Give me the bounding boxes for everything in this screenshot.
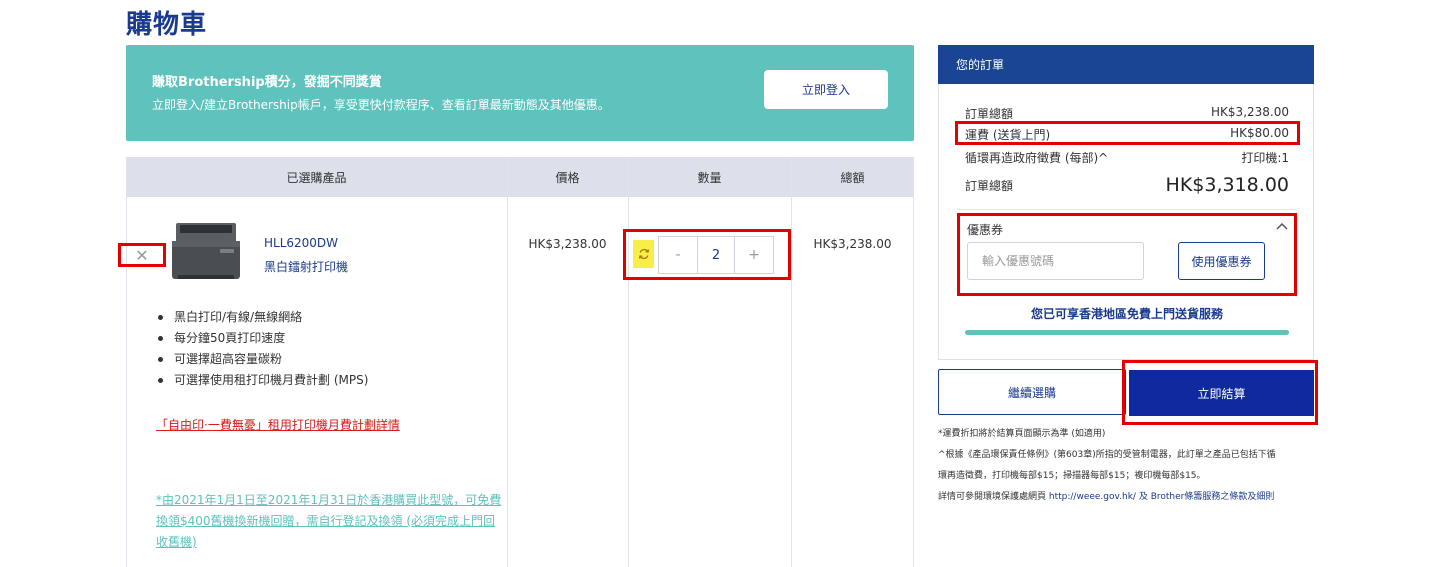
remove-item-button[interactable]: ✕ [118,243,166,267]
summary-value: HK$80.00 [1230,126,1289,140]
footnote-prefix: 詳情可參閱環境保護處網頁 [938,492,1047,502]
weee-link[interactable]: http://weee.gov.hk/ [1049,492,1136,502]
cart-table: 已選購產品 價格 數量 總額 ✕ HLL6200DW 黑白鐳射打印機 黑白打印/… [118,157,914,567]
grand-total-value: HK$3,318.00 [1165,174,1289,196]
list-item: 可選擇超高容量碳粉 [158,349,368,370]
table-header: 已選購產品 價格 數量 總額 [126,157,914,197]
quantity-input[interactable] [697,237,735,273]
coupon-label: 優惠券 [967,223,1004,237]
product-description: 黑白鐳射打印機 [264,260,349,274]
page-title: 購物車 [126,10,208,40]
list-item: 每分鐘50頁打印速度 [158,328,368,349]
divider [126,157,127,567]
summary-label: 循環再造政府徵費 (每部)^ [965,151,1109,165]
free-shipping-progress-bar [965,330,1289,335]
coupon-input[interactable] [967,242,1144,280]
divider [957,209,1295,210]
divider [507,157,508,567]
login-button[interactable]: 立即登入 [764,70,888,109]
refresh-icon [638,248,649,260]
header-product: 已選購產品 [286,170,347,185]
refresh-quantity-button[interactable] [633,240,654,268]
product-model[interactable]: HLL6200DW [264,236,338,250]
list-item: 可選擇使用租打印機月費計劃 (MPS) [158,370,368,391]
free-shipping-message: 您已可享香港地區免費上門送貨服務 [1030,307,1223,321]
promo-text: 立即登入/建立Brothership帳戶，享受更快付款程序、查看訂單最新動態及其… [152,98,610,112]
summary-row-subtotal: 訂單總額 HK$3,238.00 [965,105,1289,122]
feature-list: 黑白打印/有線/無線網絡 每分鐘50頁打印速度 可選擇超高容量碳粉 可選擇使用租… [158,307,368,391]
summary-label: 運費 (送貨上門) [965,128,1051,142]
decrease-quantity-button[interactable]: - [659,237,697,273]
order-summary: 您的訂單 訂單總額 HK$3,238.00 運費 (送貨上門) HK$80.00… [938,45,1314,360]
printer-product-image [172,223,240,279]
summary-row-shipping: 運費 (送貨上門) HK$80.00 [965,126,1289,143]
footnotes: *運費折扣將於結算頁面顯示為準 (如適用) ^根據《產品環保責任條例》(第603… [938,424,1318,508]
footnote: *運費折扣將於結算頁面顯示為準 (如適用) [938,429,1106,439]
list-item: 黑白打印/有線/無線網絡 [158,307,368,328]
apply-coupon-button[interactable]: 使用優惠券 [1178,242,1265,280]
coupon-section: 優惠券 使用優惠券 [957,213,1297,296]
checkout-highlight: 立即結算 [1122,360,1318,425]
continue-shopping-button[interactable]: 繼續選購 [938,369,1126,415]
footnote: 詳情可參閱環境保護處網頁 http://weee.gov.hk/ 及 Broth… [938,487,1318,508]
checkout-button[interactable]: 立即結算 [1129,370,1314,416]
divider [628,157,629,567]
mps-plan-link[interactable]: 「自由印·一費無憂」租用打印機月費計劃詳情 [156,416,400,433]
summary-row-grand-total: 訂單總額 HK$3,318.00 [965,174,1289,196]
terms-link[interactable]: 及 Brother條籌服務之條款及細則 [1139,492,1275,502]
chevron-up-icon[interactable] [1276,219,1288,233]
order-summary-header: 您的訂單 [938,45,1314,84]
footnote: 環再造徵費，打印機每部$15；掃描器每部$15；複印機每部$15。 [938,471,1206,481]
promo-heading: 賺取Brothership積分，發掘不同獎賞 [152,75,382,90]
summary-value: 打印機:1 [1241,151,1289,165]
trade-in-note-link[interactable]: *由2021年1月1日至2021年1月31日於香港購買此型號，可免費換領$400… [156,490,506,553]
header-quantity: 數量 [697,170,722,185]
header-price: 價格 [555,170,580,185]
quantity-stepper: - + [658,236,774,274]
divider [913,157,914,567]
brothership-promo-banner: 賺取Brothership積分，發掘不同獎賞 立即登入/建立Brothershi… [126,45,914,141]
free-shipping-progress-fill [965,330,1289,335]
footnote: ^根據《產品環保責任條例》(第603章)所指的受管制電器，此訂單之產品已包括下循 [938,450,1276,460]
divider [791,157,792,567]
item-price: HK$3,238.00 [528,237,607,251]
summary-label: 訂單總額 [965,107,1014,121]
item-total: HK$3,238.00 [813,237,892,251]
summary-value: HK$3,238.00 [1211,105,1289,119]
summary-row-levy: 循環再造政府徵費 (每部)^ 打印機:1 [965,149,1289,166]
close-icon: ✕ [135,245,149,265]
quantity-control: - + [623,229,791,280]
increase-quantity-button[interactable]: + [735,237,773,273]
grand-total-label: 訂單總額 [965,178,1014,193]
header-total: 總額 [840,170,865,185]
